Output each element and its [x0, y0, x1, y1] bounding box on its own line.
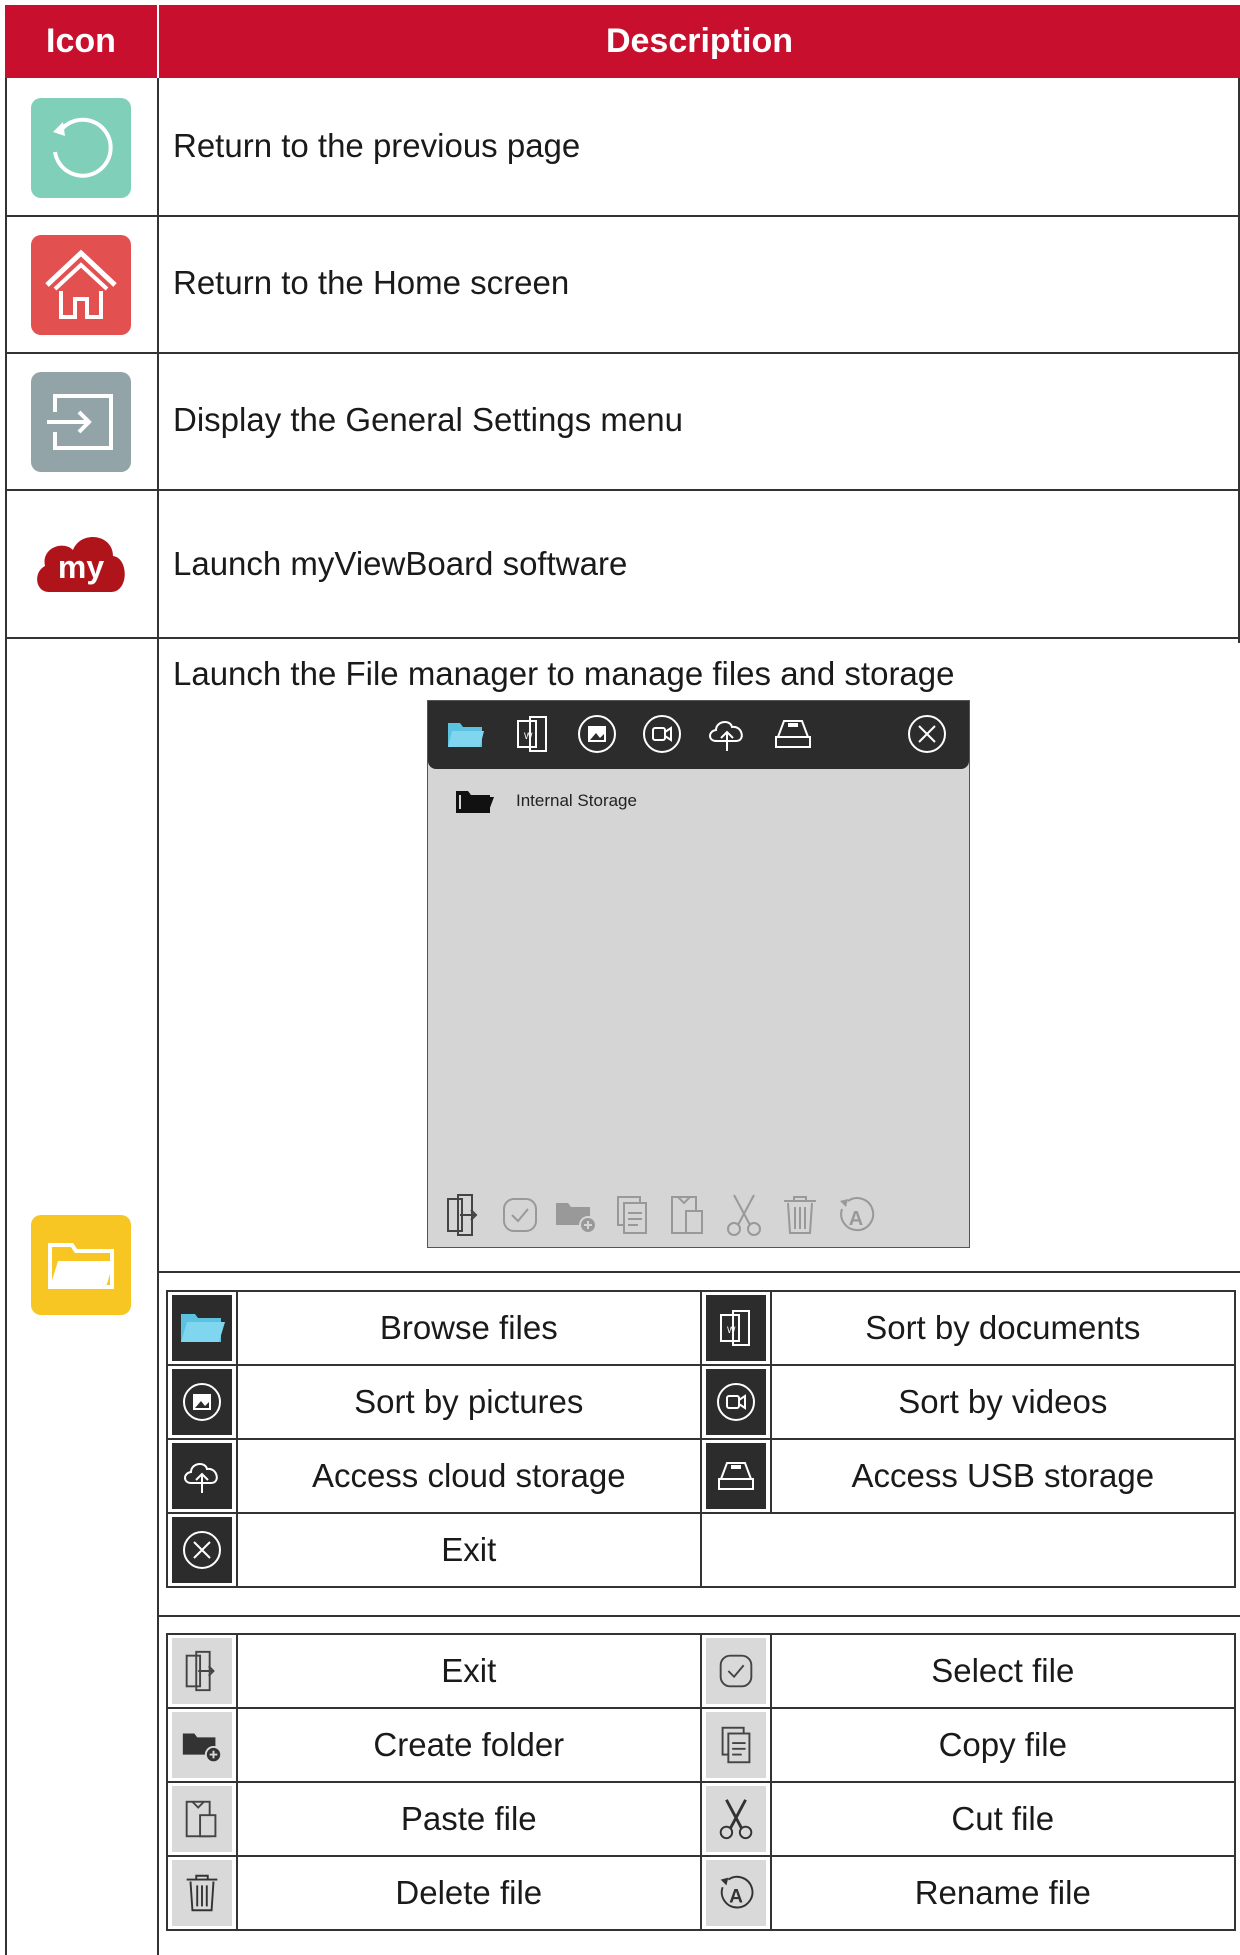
table-row: Paste file Cut file: [166, 1781, 1237, 1857]
row-input-desc: Display the General Settings menu: [173, 401, 683, 438]
column-divider: [157, 78, 159, 1955]
cloud-icon[interactable]: [704, 711, 750, 757]
svg-text:A: A: [729, 1887, 743, 1908]
internal-storage-item[interactable]: Internal Storage: [454, 787, 637, 815]
back-icon: [31, 97, 131, 198]
legend-label: Sort by videos: [769, 1364, 1237, 1440]
paste-icon: [171, 1786, 232, 1852]
select-icon[interactable]: [496, 1191, 544, 1239]
row-back-desc: Return to the previous page: [173, 127, 581, 164]
internal-storage-label: Internal Storage: [516, 791, 637, 810]
empty-cell: [699, 1512, 1237, 1588]
row-divider: [5, 637, 1240, 639]
toolbar-legend-table: Browse files W Sort by documents Sort by…: [166, 1290, 1237, 1588]
header-icon: Icon: [5, 5, 159, 78]
create-folder-icon: [171, 1712, 232, 1778]
document-icon: W: [705, 1295, 766, 1361]
legend-label: Cut file: [769, 1781, 1237, 1857]
table-row: Create folder Copy file: [166, 1707, 1237, 1783]
create-folder-icon[interactable]: [552, 1191, 600, 1239]
legend-label: Access USB storage: [769, 1438, 1237, 1514]
file-manager-toolbar: W: [428, 701, 969, 769]
table-row: Browse files W Sort by documents: [166, 1290, 1237, 1366]
cut-icon: [705, 1786, 766, 1852]
delete-icon: [171, 1860, 232, 1926]
svg-text:W: W: [727, 1325, 736, 1335]
folder-icon: [456, 791, 494, 813]
row-folder-desc: Launch the File manager to manage files …: [173, 655, 955, 692]
folder-icon: [31, 1215, 131, 1315]
row-divider: [159, 1615, 1240, 1617]
row-home-desc: Return to the Home screen: [173, 264, 570, 301]
action-legend-table: Exit Select file Create folder Copy file…: [166, 1633, 1237, 1931]
home-icon: [31, 234, 131, 335]
row-back-icon-cell: [5, 80, 157, 215]
svg-text:A: A: [849, 1208, 863, 1230]
table-row: Delete file A Rename file: [166, 1855, 1237, 1931]
close-icon[interactable]: [904, 711, 950, 757]
folder-icon[interactable]: [442, 711, 488, 757]
cloud-icon: [171, 1443, 232, 1509]
paste-icon[interactable]: [664, 1191, 712, 1239]
cut-icon[interactable]: [720, 1191, 768, 1239]
legend-label: Copy file: [769, 1707, 1237, 1783]
video-icon: [705, 1369, 766, 1435]
legend-label: Rename file: [769, 1855, 1237, 1931]
copy-icon[interactable]: [608, 1191, 656, 1239]
video-icon[interactable]: [639, 711, 685, 757]
table-row: Exit: [166, 1512, 1237, 1588]
table-row: Sort by pictures Sort by videos: [166, 1364, 1237, 1440]
legend-label: Paste file: [235, 1781, 702, 1857]
legend-label: Browse files: [235, 1290, 702, 1366]
file-manager-action-bar: A: [440, 1191, 880, 1239]
rename-icon[interactable]: A: [832, 1191, 880, 1239]
legend-label: Exit: [235, 1512, 702, 1588]
picture-icon[interactable]: [574, 711, 620, 757]
copy-icon: [705, 1712, 766, 1778]
svg-text:W: W: [524, 731, 533, 741]
table-row: Access cloud storage Access USB storage: [166, 1438, 1237, 1514]
exit-icon[interactable]: [440, 1191, 488, 1239]
row-divider: [5, 352, 1240, 354]
legend-label: Exit: [235, 1633, 702, 1709]
picture-icon: [171, 1369, 232, 1435]
legend-label: Sort by documents: [769, 1290, 1237, 1366]
legend-label: Select file: [769, 1633, 1237, 1709]
row-myviewboard-icon-cell: my: [5, 491, 157, 637]
exit-icon: [171, 1638, 232, 1704]
close-icon: [171, 1517, 232, 1583]
svg-text:my: my: [58, 549, 104, 585]
myviewboard-icon: my: [31, 522, 131, 607]
rename-icon: A: [705, 1860, 766, 1926]
row-input-icon-cell: [5, 354, 157, 489]
legend-label: Sort by pictures: [235, 1364, 702, 1440]
row-divider: [5, 215, 1240, 217]
row-myviewboard-desc: Launch myViewBoard software: [173, 545, 628, 582]
header-description: Description: [159, 5, 1240, 78]
row-divider: [5, 489, 1240, 491]
delete-icon[interactable]: [776, 1191, 824, 1239]
legend-label: Access cloud storage: [235, 1438, 702, 1514]
row-home-icon-cell: [5, 217, 157, 352]
select-icon: [705, 1638, 766, 1704]
row-divider: [159, 1271, 1240, 1273]
legend-label: Create folder: [235, 1707, 702, 1783]
usb-icon[interactable]: [770, 711, 816, 757]
document-icon[interactable]: W: [510, 711, 556, 757]
file-manager-screenshot: W Internal Storage A: [427, 700, 970, 1248]
legend-label: Delete file: [235, 1855, 702, 1931]
usb-icon: [705, 1443, 766, 1509]
table-row: Exit Select file: [166, 1633, 1237, 1709]
folder-icon: [171, 1295, 232, 1361]
row-folder-icon-cell: [5, 1200, 157, 1330]
input-icon: [31, 371, 131, 472]
